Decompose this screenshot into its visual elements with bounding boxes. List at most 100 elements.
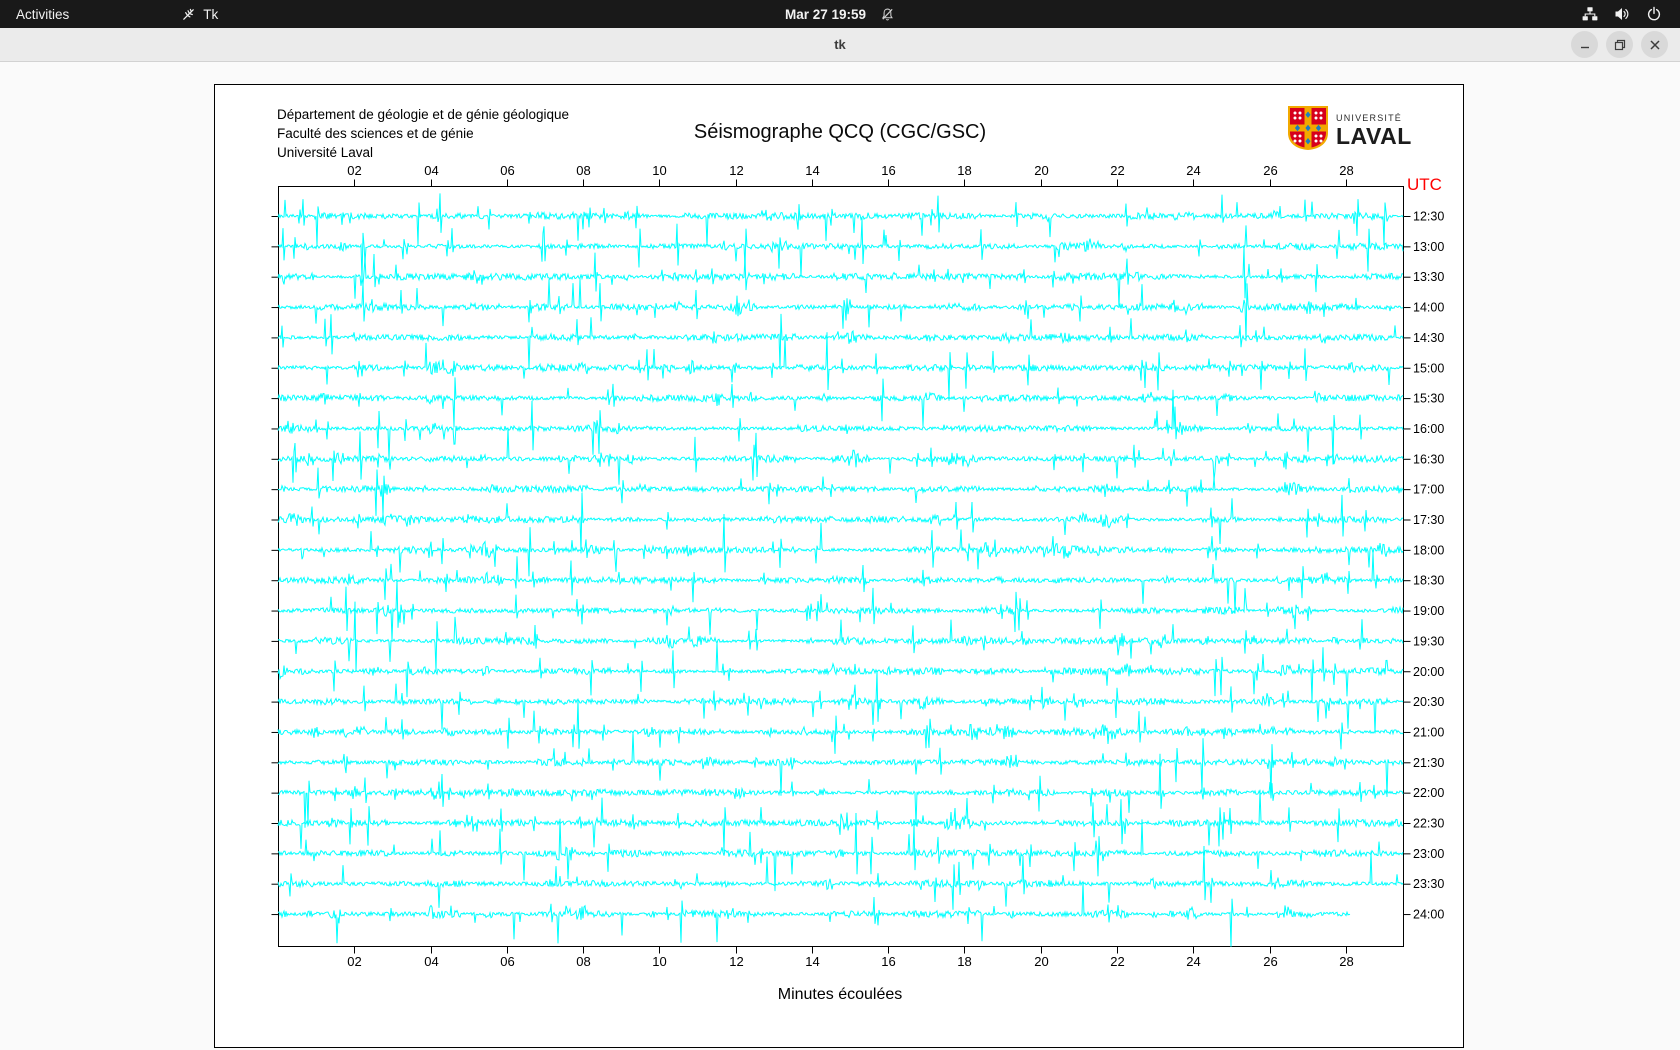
utc-time-label: 19:00 — [1413, 604, 1444, 618]
utc-time-label: 21:30 — [1413, 756, 1444, 770]
utc-time-label: 17:00 — [1413, 483, 1444, 497]
plot-border — [278, 186, 1404, 947]
x-tick-label-bottom: 28 — [1339, 954, 1353, 969]
tk-app-indicator-label: Tk — [203, 6, 219, 22]
x-tick-label-bottom: 16 — [881, 954, 895, 969]
utc-time-label: 13:30 — [1413, 270, 1444, 284]
logo-laval-text: LAVAL — [1336, 122, 1412, 149]
seismic-trace-row — [277, 389, 1404, 465]
x-tick-label-top: 20 — [1034, 163, 1048, 178]
seismic-trace-row — [277, 731, 1404, 799]
utc-time-label: 15:30 — [1413, 392, 1444, 406]
tk-app-indicator[interactable]: Tk — [173, 0, 226, 28]
utc-time-label: 20:30 — [1413, 695, 1444, 709]
institution-header: Département de géologie et de génie géol… — [277, 105, 569, 162]
seismic-trace-row — [277, 217, 1404, 280]
utc-time-label: 15:00 — [1413, 361, 1444, 375]
x-tick-label-top: 10 — [652, 163, 666, 178]
logo-universite-text: UNIVERSITÉ — [1336, 112, 1403, 123]
clock-button[interactable]: Mar 27 19:59 — [785, 0, 895, 28]
gnome-top-bar: Activities Tk Mar 27 19:59 — [0, 0, 1680, 28]
minimize-button[interactable] — [1571, 31, 1598, 58]
seismic-trace-row — [277, 467, 1404, 516]
utc-time-label: 23:30 — [1413, 877, 1444, 891]
seismic-trace-row — [277, 789, 1404, 852]
power-icon — [1646, 6, 1662, 22]
x-tick-label-top: 24 — [1186, 163, 1200, 178]
utc-time-label: 16:30 — [1413, 452, 1444, 466]
helicorder-plot: 02 02 04 04 06 06 08 08 10 10 12 12 14 14 16 16 18 18 20 20… — [271, 163, 1444, 969]
universite-laval-logo: UNIVERSITÉ LAVAL — [1287, 105, 1412, 156]
utc-time-label: 20:00 — [1413, 665, 1444, 679]
seismic-trace-row — [277, 332, 1404, 401]
x-tick-label-bottom: 22 — [1110, 954, 1124, 969]
x-tick-label-top: 26 — [1263, 163, 1277, 178]
seismograph-canvas: 02 02 04 04 06 06 08 08 10 10 12 12 14 14 16 16 18 18 20 20… — [214, 84, 1464, 1048]
utc-time-label: 18:30 — [1413, 574, 1444, 588]
seismic-trace-row — [277, 551, 1404, 614]
laval-shield-icon — [1287, 105, 1329, 156]
utc-label: UTC — [1407, 175, 1442, 194]
seismic-trace-row — [277, 492, 1404, 554]
x-tick-label-bottom: 24 — [1186, 954, 1200, 969]
utc-time-label: 14:00 — [1413, 301, 1444, 315]
x-tick-label-bottom: 08 — [576, 954, 590, 969]
seismic-trace-row — [277, 641, 1404, 703]
institution-line-3: Université Laval — [277, 145, 374, 160]
seismic-trace-row — [277, 313, 1404, 370]
seismic-trace-row — [277, 278, 1404, 342]
system-status-area[interactable] — [1582, 0, 1680, 28]
seismic-trace-row — [277, 427, 1404, 485]
x-tick-label-bottom: 06 — [500, 954, 514, 969]
x-tick-label-top: 22 — [1110, 163, 1124, 178]
seismic-trace-row — [277, 513, 1404, 577]
x-tick-label-top: 06 — [500, 163, 514, 178]
seismic-trace-row — [277, 377, 1404, 428]
x-tick-label-bottom: 02 — [347, 954, 361, 969]
x-tick-label-top: 02 — [347, 163, 361, 178]
x-tick-label-bottom: 10 — [652, 954, 666, 969]
x-tick-label-top: 04 — [424, 163, 438, 178]
x-tick-label-bottom: 20 — [1034, 954, 1048, 969]
institution-line-2: Faculté des sciences et de génie — [277, 126, 474, 141]
x-tick-label-bottom: 18 — [957, 954, 971, 969]
utc-time-label: 22:00 — [1413, 786, 1444, 800]
utc-time-label: 24:00 — [1413, 908, 1444, 922]
restore-button[interactable] — [1606, 31, 1633, 58]
x-tick-label-top: 14 — [805, 163, 819, 178]
clock-label: Mar 27 19:59 — [784, 6, 867, 22]
volume-icon — [1614, 6, 1630, 22]
x-tick-label-top: 28 — [1339, 163, 1353, 178]
seismic-trace-row — [277, 698, 1404, 754]
x-tick-label-top: 12 — [729, 163, 743, 178]
utc-time-label: 21:00 — [1413, 725, 1444, 739]
utc-time-label: 13:00 — [1413, 240, 1444, 254]
x-tick-label-bottom: 14 — [805, 954, 819, 969]
utc-time-label: 12:30 — [1413, 210, 1444, 224]
utc-time-label: 16:00 — [1413, 422, 1444, 436]
seismic-trace-row — [277, 193, 1404, 247]
activities-button[interactable]: Activities — [0, 0, 85, 28]
x-tick-label-bottom: 12 — [729, 954, 743, 969]
x-axis-title: Minutes écoulées — [777, 986, 903, 1003]
utc-time-label: 23:00 — [1413, 847, 1444, 861]
plot-title: Séismographe QCQ (CGC/GSC) — [693, 121, 987, 143]
utc-time-label: 22:30 — [1413, 817, 1444, 831]
x-tick-label-bottom: 04 — [424, 954, 438, 969]
wired-network-icon — [1582, 6, 1598, 22]
seismic-trace-row — [277, 670, 1404, 734]
utc-time-label: 14:30 — [1413, 331, 1444, 345]
x-tick-label-top: 08 — [576, 163, 590, 178]
window-title: tk — [834, 37, 846, 52]
x-tick-label-top: 18 — [957, 163, 971, 178]
x-tick-label-top: 16 — [881, 163, 895, 178]
close-button[interactable] — [1641, 31, 1668, 58]
institution-line-1: Département de géologie et de génie géol… — [277, 107, 569, 122]
x-tick-label-bottom: 26 — [1263, 954, 1277, 969]
tk-feather-icon — [181, 7, 196, 22]
utc-time-label: 18:00 — [1413, 543, 1444, 557]
utc-time-label: 19:30 — [1413, 634, 1444, 648]
window-title-bar: tk — [0, 28, 1680, 62]
utc-time-label: 17:30 — [1413, 513, 1444, 527]
bell-slash-icon — [880, 7, 895, 22]
